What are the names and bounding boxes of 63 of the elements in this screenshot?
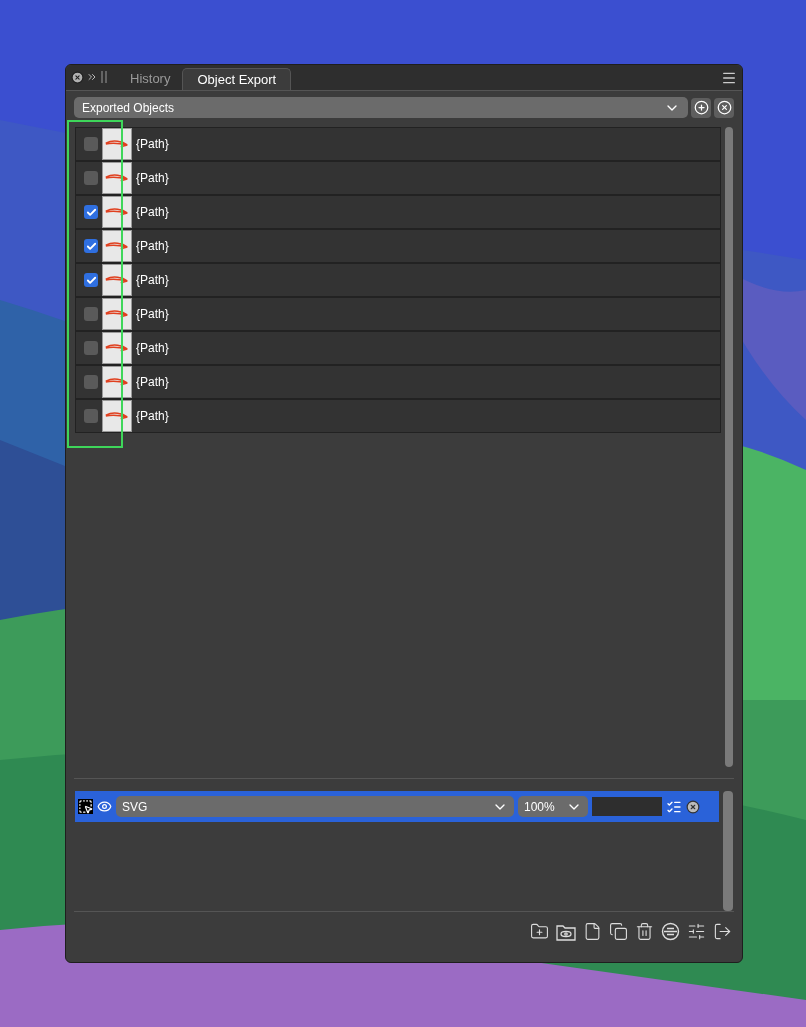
checkbox[interactable] <box>84 137 98 151</box>
object-row[interactable]: {Path} <box>75 331 721 365</box>
copy-icon[interactable] <box>609 922 628 941</box>
checkbox[interactable] <box>84 171 98 185</box>
scrollbar[interactable] <box>723 791 733 911</box>
object-row[interactable]: {Path} <box>75 195 721 229</box>
close-icon[interactable] <box>71 70 84 84</box>
selection-icon[interactable] <box>78 799 93 814</box>
object-label: {Path} <box>136 136 169 153</box>
scrollbar[interactable] <box>725 127 733 767</box>
path-thumbnail <box>102 230 132 262</box>
checkbox[interactable] <box>84 273 98 287</box>
scale-dropdown[interactable]: 100% <box>518 796 588 817</box>
plus-circle-icon <box>693 100 709 115</box>
panel-tab[interactable]: Object Export <box>182 68 292 90</box>
object-row[interactable]: {Path} <box>75 297 721 331</box>
path-thumbnail <box>102 128 132 160</box>
path-thumbnail <box>102 196 132 228</box>
checkbox[interactable] <box>84 341 98 355</box>
object-row[interactable]: {Path} <box>75 161 721 195</box>
checkbox[interactable] <box>84 375 98 389</box>
object-row[interactable]: {Path} <box>75 399 721 433</box>
export-icon[interactable] <box>713 922 732 941</box>
eye-icon[interactable] <box>97 799 112 814</box>
grip-icon[interactable] <box>100 70 108 84</box>
format-dropdown[interactable]: SVG <box>116 796 514 817</box>
checkbox[interactable] <box>84 239 98 253</box>
folder-eye-icon[interactable] <box>556 922 576 941</box>
folder-plus-icon[interactable] <box>530 922 549 941</box>
sliders-icon[interactable] <box>687 922 706 941</box>
object-label: {Path} <box>136 204 169 221</box>
path-thumbnail <box>102 366 132 398</box>
path-thumbnail <box>102 264 132 296</box>
object-label: {Path} <box>136 374 169 391</box>
checkbox[interactable] <box>84 205 98 219</box>
trash-icon[interactable] <box>635 922 654 941</box>
path-thumbnail <box>102 332 132 364</box>
group-dropdown[interactable]: Exported Objects <box>74 97 688 118</box>
checkbox[interactable] <box>84 409 98 423</box>
object-label: {Path} <box>136 408 169 425</box>
object-row[interactable]: {Path} <box>75 229 721 263</box>
checkbox[interactable] <box>84 307 98 321</box>
object-row[interactable]: {Path} <box>75 127 721 161</box>
object-label: {Path} <box>136 340 169 357</box>
path-thumbnail <box>102 162 132 194</box>
add-button[interactable] <box>691 97 711 118</box>
menu-icon[interactable] <box>721 70 737 86</box>
object-row[interactable]: {Path} <box>75 365 721 399</box>
path-thumbnail <box>102 400 132 432</box>
object-label: {Path} <box>136 306 169 323</box>
object-row[interactable]: {Path} <box>75 263 721 297</box>
document-icon[interactable] <box>583 922 602 941</box>
object-label: {Path} <box>136 272 169 289</box>
format-row[interactable]: SVG 100% <box>75 791 719 822</box>
remove-button[interactable] <box>714 97 734 118</box>
path-thumbnail <box>102 298 132 330</box>
close-circle-icon <box>716 100 732 115</box>
close-circle-icon[interactable] <box>686 799 700 814</box>
object-label: {Path} <box>136 170 169 187</box>
suffix-field[interactable] <box>592 797 662 816</box>
panel-tab[interactable]: History <box>118 68 183 90</box>
object-label: {Path} <box>136 238 169 255</box>
collapse-icon[interactable] <box>86 71 98 83</box>
